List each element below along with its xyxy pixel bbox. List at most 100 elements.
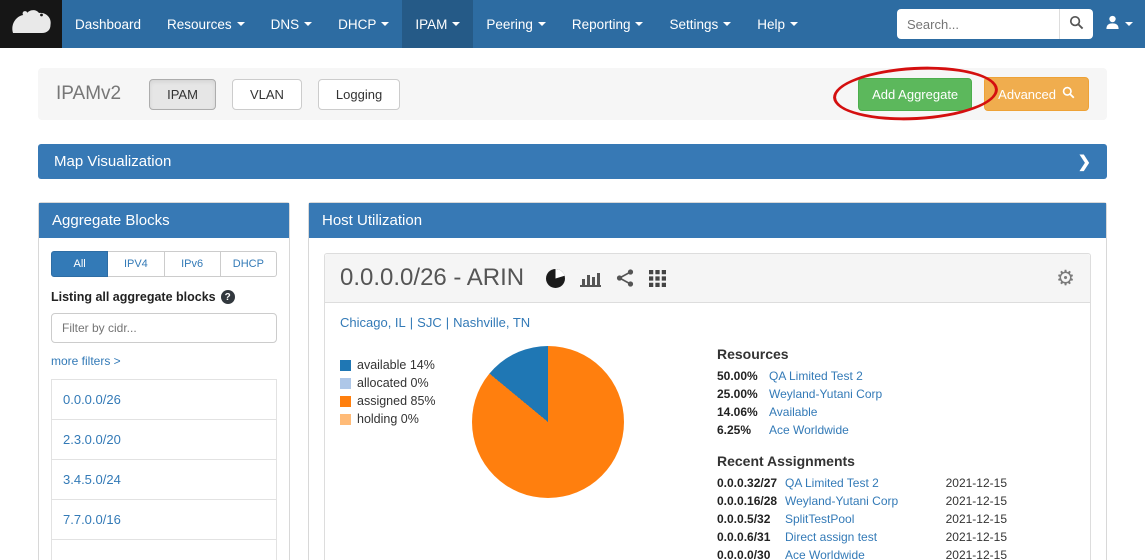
aggregate-blocks-panel: Aggregate Blocks All IPV4 IPv6 DHCP List… — [38, 202, 290, 560]
nav-item-dns[interactable]: DNS — [258, 0, 326, 48]
resources-heading: Resources — [717, 346, 1007, 362]
chevron-right-icon: ❯ — [1078, 152, 1091, 172]
filter-tab-all[interactable]: All — [51, 251, 108, 277]
resource-row: 50.00%QA Limited Test 2 — [717, 369, 1007, 383]
navbar: Dashboard Resources DNS DHCP IPAM Peerin… — [0, 0, 1145, 48]
chevron-down-icon — [381, 22, 389, 26]
chevron-down-icon — [237, 22, 245, 26]
assignment-link[interactable]: Direct assign test — [785, 530, 937, 544]
page-content: IPAMv2 IPAM VLAN Logging Add Aggregate A… — [0, 68, 1145, 560]
location-separator: | — [410, 315, 413, 330]
navbar-right — [897, 0, 1145, 48]
search-icon — [1069, 15, 1084, 33]
polar-bear-logo-icon — [8, 6, 54, 43]
view-tabs: IPAM VLAN Logging — [149, 79, 400, 110]
nav-item-dhcp[interactable]: DHCP — [325, 0, 402, 48]
listing-label: Listing all aggregate blocks ? — [51, 290, 277, 304]
assignment-row: 0.0.0.32/27QA Limited Test 22021-12-15 — [717, 476, 1007, 490]
chevron-down-icon — [723, 22, 731, 26]
search-input[interactable] — [897, 9, 1059, 39]
nav-item-dashboard[interactable]: Dashboard — [62, 0, 154, 48]
filter-tab-ipv4[interactable]: IPV4 — [108, 251, 164, 277]
nav-item-help[interactable]: Help — [744, 0, 811, 48]
assignment-date: 2021-12-15 — [937, 512, 1007, 526]
legend-swatch — [340, 414, 351, 425]
assignment-row: 0.0.0.5/32SplitTestPool2021-12-15 — [717, 512, 1007, 526]
help-icon[interactable]: ? — [221, 290, 235, 304]
legend-swatch — [340, 396, 351, 407]
aggregate-blocks-body: All IPV4 IPv6 DHCP Listing all aggregate… — [39, 238, 289, 560]
nav-item-resources[interactable]: Resources — [154, 0, 258, 48]
add-aggregate-button[interactable]: Add Aggregate — [858, 78, 972, 111]
utilization-pie — [472, 346, 624, 498]
legend-item-available: available 14% — [340, 358, 472, 372]
resource-row: 14.06%Available — [717, 405, 1007, 419]
assignment-row: 0.0.0.0/30Ace Worldwide2021-12-15 — [717, 548, 1007, 560]
chevron-down-icon — [790, 22, 798, 26]
resource-link[interactable]: Ace Worldwide — [769, 423, 849, 437]
chevron-down-icon — [1125, 22, 1133, 26]
nav-menu: Dashboard Resources DNS DHCP IPAM Peerin… — [62, 0, 811, 48]
aggregate-block-list: 0.0.0.0/26 2.3.0.0/20 3.4.5.0/24 7.7.0.0… — [51, 379, 277, 560]
tab-logging[interactable]: Logging — [318, 79, 400, 110]
assignment-link[interactable]: QA Limited Test 2 — [785, 476, 937, 490]
aggregate-blocks-header: Aggregate Blocks — [39, 203, 289, 238]
tab-vlan[interactable]: VLAN — [232, 79, 302, 110]
pie-legend: available 14% allocated 0% assigned 85% … — [340, 346, 472, 560]
host-utilization-panel: Host Utilization 0.0.0.0/26 - ARIN — [308, 202, 1107, 560]
resource-link[interactable]: Weyland-Yutani Corp — [769, 387, 882, 401]
aggregate-block-row[interactable]: 3.4.5.0/24 — [51, 459, 277, 500]
location-link[interactable]: SJC — [417, 315, 442, 330]
location-link[interactable]: Chicago, IL — [340, 315, 406, 330]
more-filters-link[interactable]: more filters > — [51, 354, 121, 368]
legend-swatch — [340, 360, 351, 371]
logo[interactable] — [0, 0, 62, 48]
chevron-down-icon — [304, 22, 312, 26]
search-button[interactable] — [1059, 9, 1093, 39]
assignment-link[interactable]: Ace Worldwide — [785, 548, 937, 560]
resource-link[interactable]: Available — [769, 405, 817, 419]
gear-icon[interactable]: ⚙ — [1056, 268, 1075, 289]
location-link[interactable]: Nashville, TN — [453, 315, 530, 330]
nav-item-ipam[interactable]: IPAM — [402, 0, 473, 48]
assignment-link[interactable]: SplitTestPool — [785, 512, 937, 526]
user-menu[interactable] — [1105, 14, 1133, 35]
host-utilization-body: 0.0.0.0/26 - ARIN — [309, 238, 1106, 560]
chevron-down-icon — [538, 22, 546, 26]
page-header: IPAMv2 IPAM VLAN Logging Add Aggregate A… — [38, 68, 1107, 120]
chevron-down-icon — [635, 22, 643, 26]
map-visualization-bar[interactable]: Map Visualization ❯ — [38, 144, 1107, 179]
filter-tab-ipv6[interactable]: IPv6 — [165, 251, 221, 277]
utilization-chart-row: available 14% allocated 0% assigned 85% … — [340, 346, 1075, 560]
utilization-stats: Resources 50.00%QA Limited Test 2 25.00%… — [717, 346, 1007, 560]
search-group — [897, 9, 1093, 39]
nav-item-peering[interactable]: Peering — [473, 0, 559, 48]
pie-chart-icon[interactable] — [546, 269, 565, 288]
resource-link[interactable]: QA Limited Test 2 — [769, 369, 863, 383]
block-utilization-card: 0.0.0.0/26 - ARIN — [324, 253, 1091, 560]
filter-tab-dhcp[interactable]: DHCP — [221, 251, 277, 277]
aggregate-block-row[interactable]: 7.7.0.0/16 — [51, 499, 277, 540]
assignment-date: 2021-12-15 — [937, 530, 1007, 544]
tab-ipam[interactable]: IPAM — [149, 79, 216, 110]
chart-view-icons — [546, 269, 666, 288]
assignment-date: 2021-12-15 — [937, 548, 1007, 560]
aggregate-block-row[interactable]: 0.0.0.0/26 — [51, 379, 277, 420]
advanced-search-button[interactable]: Advanced — [984, 77, 1089, 111]
aggregate-block-row-partial[interactable] — [51, 539, 277, 560]
block-title: 0.0.0.0/26 - ARIN — [340, 264, 524, 292]
nav-item-reporting[interactable]: Reporting — [559, 0, 657, 48]
share-icon[interactable] — [616, 269, 634, 287]
aggregate-block-row[interactable]: 2.3.0.0/20 — [51, 419, 277, 460]
bar-chart-icon[interactable] — [580, 270, 601, 287]
header-actions: Add Aggregate Advanced — [858, 77, 1089, 111]
host-utilization-header: Host Utilization — [309, 203, 1106, 238]
cidr-filter-input[interactable] — [51, 313, 277, 343]
resource-row: 25.00%Weyland-Yutani Corp — [717, 387, 1007, 401]
legend-swatch — [340, 378, 351, 389]
grid-view-icon[interactable] — [649, 270, 666, 287]
block-card-body: Chicago, IL|SJC|Nashville, TN available … — [325, 303, 1090, 560]
nav-item-settings[interactable]: Settings — [656, 0, 744, 48]
assignment-link[interactable]: Weyland-Yutani Corp — [785, 494, 937, 508]
block-card-header: 0.0.0.0/26 - ARIN — [325, 254, 1090, 303]
